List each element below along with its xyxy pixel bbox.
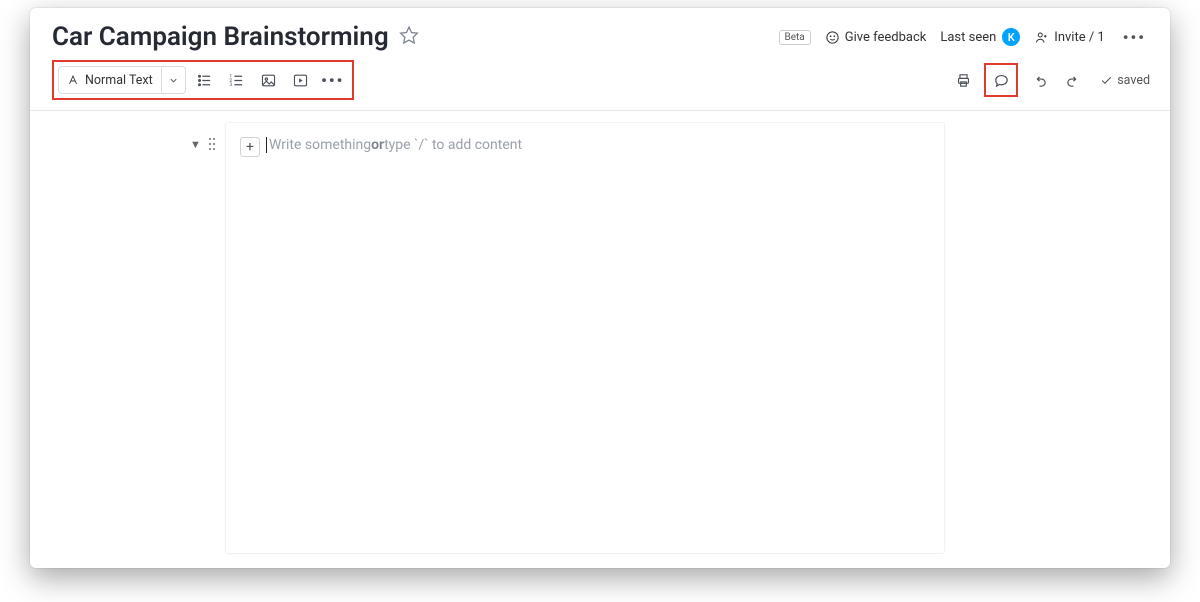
text-style-label: Normal Text xyxy=(85,73,153,88)
placeholder-bold: or xyxy=(371,137,384,153)
star-icon[interactable] xyxy=(399,25,419,49)
print-icon[interactable] xyxy=(950,67,976,93)
saved-label: saved xyxy=(1117,73,1150,88)
check-icon xyxy=(1100,74,1113,87)
header-actions: Beta Give feedback Last seen K Invite / … xyxy=(779,28,1151,47)
bullet-list-icon[interactable] xyxy=(192,67,218,93)
header-more-icon[interactable]: ••• xyxy=(1119,28,1150,47)
drag-handle-icon[interactable] xyxy=(207,137,217,151)
text-cursor xyxy=(266,137,267,153)
last-seen[interactable]: Last seen K xyxy=(940,28,1020,46)
undo-icon[interactable] xyxy=(1026,67,1052,93)
invite-label: Invite / 1 xyxy=(1054,30,1104,45)
lastseen-label: Last seen xyxy=(940,30,996,45)
letter-a-icon xyxy=(67,74,79,86)
smile-icon xyxy=(825,30,840,45)
redo-icon[interactable] xyxy=(1060,67,1086,93)
toolbar-right: saved xyxy=(950,63,1150,97)
image-icon[interactable] xyxy=(256,67,282,93)
video-icon[interactable] xyxy=(288,67,314,93)
placeholder-pre: Write something xyxy=(269,137,371,153)
chevron-down-icon[interactable] xyxy=(161,67,185,93)
editor-canvas[interactable]: ▼ + Write something or type `/` to add c… xyxy=(30,111,1170,561)
give-feedback-button[interactable]: Give feedback xyxy=(825,30,927,45)
feedback-label: Give feedback xyxy=(845,30,927,45)
invite-button[interactable]: Invite / 1 xyxy=(1034,30,1104,45)
toolbar-more-icon[interactable]: ••• xyxy=(320,67,346,93)
add-block-button[interactable]: + xyxy=(240,137,260,157)
page-title[interactable]: Car Campaign Brainstorming xyxy=(52,22,389,52)
app-window: Car Campaign Brainstorming Beta Give fee… xyxy=(30,8,1170,568)
title-wrap: Car Campaign Brainstorming xyxy=(52,22,419,52)
block-caret-icon[interactable]: ▼ xyxy=(190,138,201,151)
numbered-list-icon[interactable]: 123 xyxy=(224,67,250,93)
editor-placeholder[interactable]: Write something or type `/` to add conte… xyxy=(266,137,522,153)
toolbar: Normal Text 123 ••• xyxy=(30,60,1170,111)
placeholder-post: type `/` to add content xyxy=(384,137,522,153)
comment-icon[interactable] xyxy=(988,67,1014,93)
user-icon xyxy=(1034,30,1049,45)
toolbar-highlight: Normal Text 123 ••• xyxy=(52,60,354,100)
saved-status: saved xyxy=(1100,73,1150,88)
block-controls: ▼ xyxy=(190,137,217,151)
svg-text:3: 3 xyxy=(230,82,233,88)
beta-badge: Beta xyxy=(779,30,811,45)
avatar: K xyxy=(1002,28,1020,46)
comment-highlight xyxy=(984,63,1018,97)
header: Car Campaign Brainstorming Beta Give fee… xyxy=(30,8,1170,60)
text-style-dropdown[interactable]: Normal Text xyxy=(58,66,186,94)
document-page[interactable] xyxy=(226,123,944,553)
